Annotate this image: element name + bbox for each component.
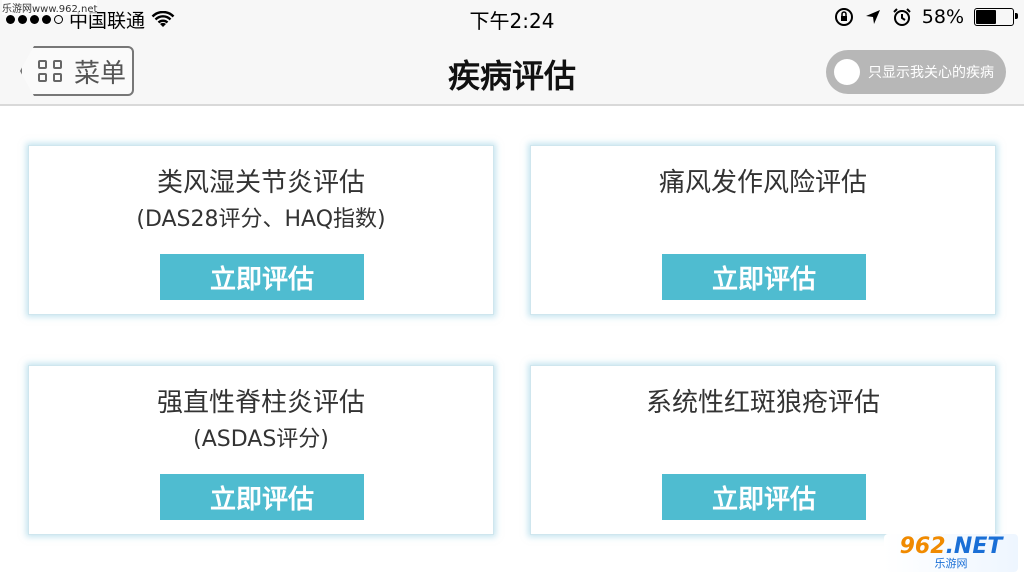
card-gout-risk: 痛风发作风险评估 立即评估 [530, 145, 996, 315]
card-rheumatoid-arthritis: 类风湿关节炎评估 (DAS28评分、HAQ指数) 立即评估 [28, 145, 494, 315]
watermark-logo-main: 962.NET [899, 534, 1003, 559]
card-ankylosing-spondylitis: 强直性脊柱炎评估 (ASDAS评分) 立即评估 [28, 365, 494, 535]
card-title: 系统性红斑狼疮评估 [645, 388, 880, 418]
watermark-logo-sub: 乐游网 [934, 557, 968, 570]
assess-now-button[interactable]: 立即评估 [662, 474, 866, 520]
alarm-icon [893, 8, 911, 26]
rotation-lock-icon [834, 8, 853, 26]
assess-now-button[interactable]: 立即评估 [662, 254, 866, 300]
card-lupus: 系统性红斑狼疮评估 立即评估 [530, 365, 996, 535]
card-subtitle: (DAS28评分、HAQ指数) [136, 207, 386, 232]
toggle-label: 只显示我关心的疾病 [868, 65, 994, 81]
card-title: 强直性脊柱炎评估 [156, 388, 365, 418]
show-followed-toggle[interactable]: 只显示我关心的疾病 [826, 50, 1006, 94]
nav-bar: 菜单 疾病评估 只显示我关心的疾病 [0, 36, 1024, 106]
watermark-top: 乐游网www.962.net [2, 0, 98, 15]
toggle-knob [834, 59, 860, 85]
battery-icon [974, 8, 1018, 26]
location-arrow-icon [865, 10, 880, 24]
status-bar: 中国联通 下午2:24 58% [0, 0, 1024, 36]
card-subtitle: (ASDAS评分) [193, 427, 329, 452]
assess-now-button[interactable]: 立即评估 [160, 474, 364, 520]
battery-percent: 58% [921, 6, 964, 28]
card-title: 痛风发作风险评估 [658, 168, 867, 198]
status-right: 58% [834, 6, 1018, 28]
watermark-logo: 962.NET 乐游网 [884, 534, 1018, 572]
card-title: 类风湿关节炎评估 [156, 168, 365, 198]
battery-fill [976, 10, 996, 24]
assess-now-button[interactable]: 立即评估 [160, 254, 364, 300]
